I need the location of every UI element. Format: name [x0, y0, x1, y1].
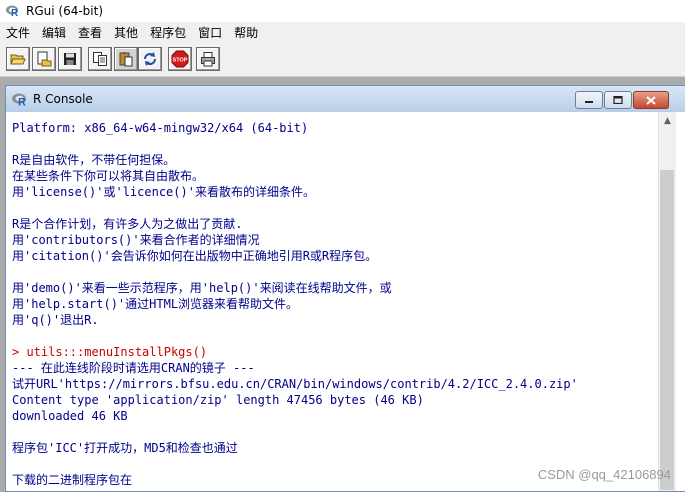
console-output-line: Platform: x86_64-w64-mingw32/x64 (64-bit… — [12, 121, 309, 135]
menu-packages[interactable]: 程序包 — [144, 24, 192, 41]
menu-file[interactable]: 文件 — [0, 24, 36, 41]
printer-icon — [201, 52, 215, 67]
console-output-line: 用'help.start()'通过HTML浏览器来看帮助文件。 — [12, 297, 299, 311]
menu-edit[interactable]: 编辑 — [36, 24, 72, 41]
console-output-line: --- 在此连线阶段时请选用CRAN的镜子 --- — [12, 361, 255, 375]
app-titlebar: R RGui (64-bit) — [0, 0, 685, 22]
floppy-disk-icon — [64, 53, 76, 65]
paste-icon — [119, 52, 133, 67]
console-output-line: 用'citation()'会告诉你如何在出版物中正确地引用R或R程序包。 — [12, 249, 378, 263]
copy-button[interactable] — [88, 47, 112, 71]
console-output-line: 试开URL'https://mirrors.bfsu.edu.cn/CRAN/b… — [12, 377, 578, 391]
print-button[interactable] — [196, 47, 220, 71]
r-console-window: R R Console Platform: x86_64-w64-mingw32… — [5, 85, 685, 492]
open-folder-icon — [10, 54, 26, 65]
console-output-line: downloaded 46 KB — [12, 409, 128, 423]
console-titlebar[interactable]: R R Console — [6, 86, 685, 112]
console-output-line: R是个合作计划，有许多人为之做出了贡献. — [12, 217, 243, 231]
console-output-line: 用'license()'或'licence()'来看散布的详细条件。 — [12, 185, 315, 199]
copy-icon — [93, 52, 107, 66]
r-logo-icon: R — [12, 93, 26, 106]
r-logo-icon: R — [6, 5, 19, 17]
save-workspace-button[interactable] — [58, 47, 82, 71]
copy-paste-button[interactable] — [138, 47, 162, 71]
console-output-line: 下载的二进制程序包在 — [12, 473, 133, 487]
stop-button[interactable]: STOP — [168, 47, 192, 71]
menu-view[interactable]: 查看 — [72, 24, 108, 41]
console-output-line: 用'demo()'来看一些示范程序，用'help()'来阅读在线帮助文件，或 — [12, 281, 392, 295]
load-workspace-icon — [37, 51, 52, 67]
console-input-line: > utils:::menuInstallPkgs() — [12, 345, 208, 359]
svg-text:R: R — [18, 96, 26, 106]
vertical-scrollbar[interactable]: ▲ — [658, 112, 676, 491]
console-output-line: 用'contributors()'来看合作者的详细情况 — [12, 233, 260, 247]
scrollbar-thumb[interactable] — [660, 170, 674, 490]
menu-help[interactable]: 帮助 — [228, 24, 264, 41]
watermark: CSDN @qq_42106894 — [537, 467, 671, 482]
refresh-icon — [144, 52, 156, 66]
console-output[interactable]: Platform: x86_64-w64-mingw32/x64 (64-bit… — [6, 112, 658, 491]
load-workspace-button[interactable] — [32, 47, 56, 71]
close-button[interactable] — [633, 91, 669, 109]
open-script-button[interactable] — [6, 47, 30, 71]
menu-windows[interactable]: 窗口 — [192, 24, 228, 41]
close-icon — [646, 95, 656, 105]
console-output-line: 用'q()'退出R. — [12, 313, 99, 327]
console-output-line: 程序包'ICC'打开成功，MD5和检查也通过 — [12, 441, 238, 455]
console-output-line: R是自由软件，不带任何担保。 — [12, 153, 176, 167]
toolbar: STOP — [0, 42, 685, 77]
menu-misc[interactable]: 其他 — [108, 24, 144, 41]
scroll-up-arrow-icon[interactable]: ▲ — [659, 112, 676, 129]
maximize-icon — [613, 96, 623, 104]
stop-label: STOP — [173, 58, 188, 64]
svg-text:R: R — [11, 8, 19, 17]
app-title: RGui (64-bit) — [26, 4, 104, 18]
paste-button[interactable] — [114, 47, 138, 71]
stop-sign-icon: STOP — [171, 50, 189, 68]
console-output-line: Content type 'application/zip' length 47… — [12, 393, 424, 407]
menu-bar: 文件 编辑 查看 其他 程序包 窗口 帮助 — [0, 22, 685, 42]
minimize-icon — [585, 101, 593, 103]
maximize-button[interactable] — [604, 91, 632, 109]
console-title: R Console — [33, 92, 93, 106]
console-output-line: 在某些条件下你可以将其自由散布。 — [12, 169, 205, 183]
minimize-button[interactable] — [575, 91, 603, 109]
